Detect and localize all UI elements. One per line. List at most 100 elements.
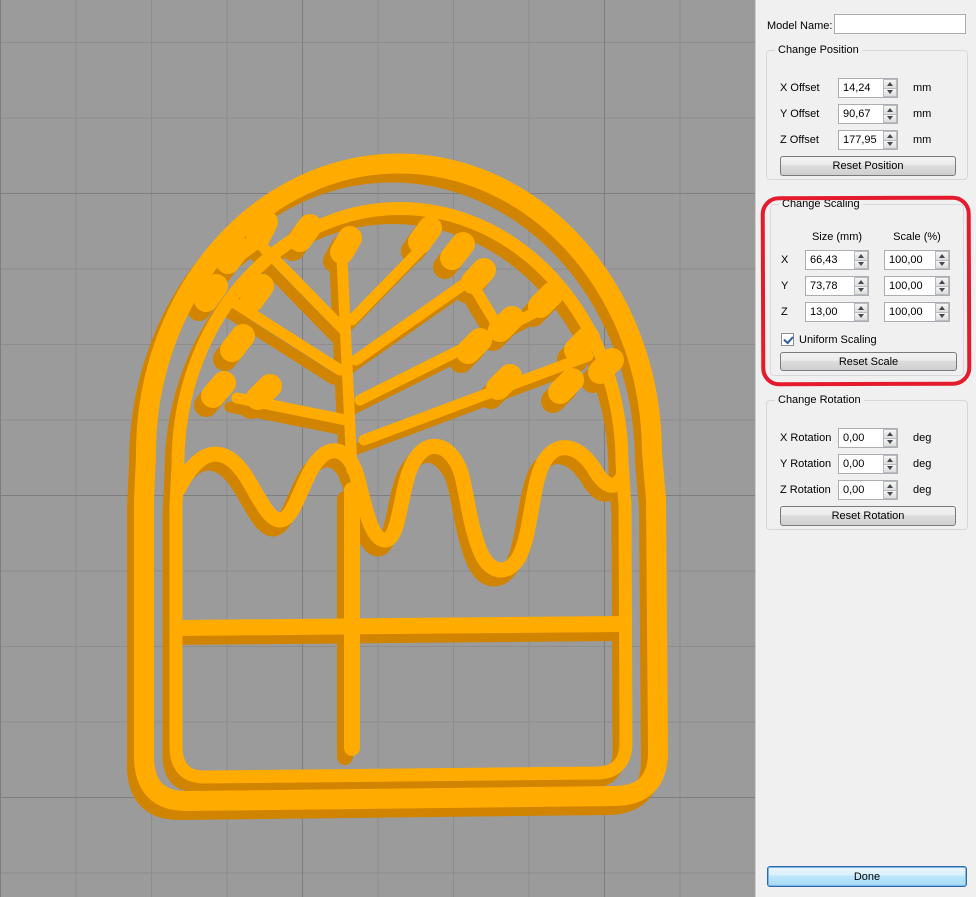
scale-z-label: Z <box>781 306 788 318</box>
z-offset-label: Z Offset <box>780 134 819 146</box>
up-arrow-icon <box>887 431 893 436</box>
x-size-value[interactable]: 66,43 <box>806 251 854 269</box>
down-arrow-icon <box>858 288 864 293</box>
y-rotation-label: Y Rotation <box>780 458 832 470</box>
x-rotation-spinbox[interactable]: 0,00 <box>838 428 898 448</box>
model-top-surface[interactable] <box>144 163 658 801</box>
3d-viewport[interactable] <box>0 0 755 897</box>
spin-buttons <box>935 277 949 295</box>
up-arrow-icon <box>939 305 945 310</box>
up-arrow-icon <box>939 279 945 284</box>
spin-down-button[interactable] <box>883 88 897 97</box>
x-scale-value[interactable]: 100,00 <box>885 251 935 269</box>
y-rotation-unit: deg <box>913 458 932 470</box>
uniform-scaling-label: Uniform Scaling <box>799 334 877 346</box>
spin-up-button[interactable] <box>935 303 949 313</box>
spin-up-button[interactable] <box>935 277 949 287</box>
spin-buttons <box>883 131 897 149</box>
change-position-title: Change Position <box>775 44 862 56</box>
spin-buttons <box>883 105 897 123</box>
x-offset-value[interactable]: 14,24 <box>839 79 883 97</box>
down-arrow-icon <box>858 314 864 319</box>
spin-up-button[interactable] <box>883 455 897 465</box>
z-offset-unit: mm <box>913 134 932 146</box>
spin-down-button[interactable] <box>854 260 868 269</box>
x-scale-spinbox[interactable]: 100,00 <box>884 250 950 270</box>
y-scale-value[interactable]: 100,00 <box>885 277 935 295</box>
z-offset-value[interactable]: 177,95 <box>839 131 883 149</box>
reset-rotation-label: Reset Rotation <box>831 510 905 522</box>
spin-up-button[interactable] <box>883 131 897 141</box>
reset-scale-label: Reset Scale <box>838 355 899 368</box>
reset-rotation-button[interactable]: Reset Rotation <box>780 506 956 526</box>
spin-buttons <box>883 455 897 473</box>
z-rotation-spinbox[interactable]: 0,00 <box>838 480 898 500</box>
y-scale-spinbox[interactable]: 100,00 <box>884 276 950 296</box>
x-size-spinbox[interactable]: 66,43 <box>805 250 869 270</box>
spin-up-button[interactable] <box>883 481 897 491</box>
y-offset-unit: mm <box>913 108 932 120</box>
cookie-cutter-model[interactable] <box>0 0 755 897</box>
spin-up-button[interactable] <box>883 105 897 115</box>
scale-column-header: Scale (%) <box>893 231 941 243</box>
y-rotation-spinbox[interactable]: 0,00 <box>838 454 898 474</box>
spin-up-button[interactable] <box>883 79 897 89</box>
z-size-value[interactable]: 13,00 <box>806 303 854 321</box>
reset-scale-button[interactable]: Reset Scale <box>780 352 957 371</box>
x-rotation-value[interactable]: 0,00 <box>839 429 883 447</box>
reset-position-button[interactable]: Reset Position <box>780 156 956 176</box>
x-rotation-label: X Rotation <box>780 432 832 444</box>
model-name-input[interactable] <box>834 14 966 34</box>
reset-position-label: Reset Position <box>832 160 904 172</box>
up-arrow-icon <box>887 457 893 462</box>
size-column-header: Size (mm) <box>811 231 863 243</box>
z-rotation-value[interactable]: 0,00 <box>839 481 883 499</box>
z-rotation-unit: deg <box>913 484 932 496</box>
y-rotation-value[interactable]: 0,00 <box>839 455 883 473</box>
down-arrow-icon <box>939 288 945 293</box>
up-arrow-icon <box>887 81 893 86</box>
spin-down-button[interactable] <box>883 490 897 499</box>
z-scale-value[interactable]: 100,00 <box>885 303 935 321</box>
down-arrow-icon <box>887 142 893 147</box>
y-size-spinbox[interactable]: 73,78 <box>805 276 869 296</box>
spin-down-button[interactable] <box>935 260 949 269</box>
up-arrow-icon <box>887 483 893 488</box>
spin-buttons <box>854 277 868 295</box>
settings-panel: Model Name: Change Position X Offset 14,… <box>755 0 976 897</box>
spin-up-button[interactable] <box>854 251 868 261</box>
spin-up-button[interactable] <box>854 303 868 313</box>
done-button[interactable]: Done <box>767 866 967 887</box>
spin-down-button[interactable] <box>883 438 897 447</box>
spin-down-button[interactable] <box>935 286 949 295</box>
x-offset-unit: mm <box>913 82 932 94</box>
model-name-label: Model Name: <box>767 20 833 32</box>
scale-y-label: Y <box>781 280 789 292</box>
model-settings-window: Model Name: Change Position X Offset 14,… <box>0 0 976 897</box>
up-arrow-icon <box>858 305 864 310</box>
y-offset-value[interactable]: 90,67 <box>839 105 883 123</box>
spin-up-button[interactable] <box>935 251 949 261</box>
spin-buttons <box>935 251 949 269</box>
spin-down-button[interactable] <box>883 140 897 149</box>
spin-down-button[interactable] <box>935 312 949 321</box>
z-scale-spinbox[interactable]: 100,00 <box>884 302 950 322</box>
up-arrow-icon <box>887 133 893 138</box>
down-arrow-icon <box>887 492 893 497</box>
down-arrow-icon <box>887 440 893 445</box>
down-arrow-icon <box>887 466 893 471</box>
uniform-scaling-checkbox[interactable] <box>781 333 794 346</box>
x-offset-spinbox[interactable]: 14,24 <box>838 78 898 98</box>
z-size-spinbox[interactable]: 13,00 <box>805 302 869 322</box>
y-size-value[interactable]: 73,78 <box>806 277 854 295</box>
down-arrow-icon <box>939 262 945 267</box>
spin-down-button[interactable] <box>883 114 897 123</box>
spin-down-button[interactable] <box>854 312 868 321</box>
spin-up-button[interactable] <box>854 277 868 287</box>
spin-up-button[interactable] <box>883 429 897 439</box>
down-arrow-icon <box>858 262 864 267</box>
spin-down-button[interactable] <box>883 464 897 473</box>
y-offset-spinbox[interactable]: 90,67 <box>838 104 898 124</box>
z-offset-spinbox[interactable]: 177,95 <box>838 130 898 150</box>
spin-down-button[interactable] <box>854 286 868 295</box>
